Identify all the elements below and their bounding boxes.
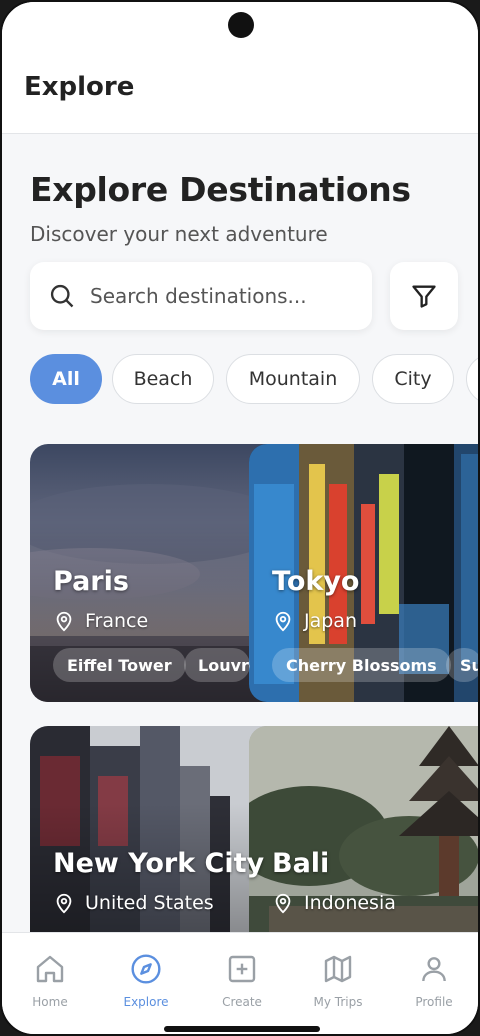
main-content[interactable]: Explore Destinations Discover your next … [2, 134, 478, 934]
search-icon [50, 284, 74, 308]
location-pin-icon [275, 893, 291, 914]
chip-more[interactable] [466, 354, 478, 404]
category-chips: All Beach Mountain City [30, 354, 478, 406]
chip-city[interactable]: City [372, 354, 454, 404]
destination-location-new-york: United States [53, 892, 214, 914]
country-label: Japan [304, 610, 357, 632]
filter-icon [412, 285, 436, 308]
nav-label-home: Home [32, 995, 68, 1009]
app-bar-title: Explore [24, 72, 135, 102]
search-input[interactable] [88, 283, 352, 309]
destination-name-paris: Paris [53, 566, 129, 597]
page-title: Explore Destinations [30, 170, 411, 209]
home-indicator [164, 1026, 320, 1032]
plus-square-icon [228, 955, 256, 983]
destination-name-tokyo: Tokyo [272, 566, 360, 597]
tag-chip: Cherry Blossoms [272, 648, 451, 682]
destination-location-bali: Indonesia [272, 892, 396, 914]
nav-item-home[interactable]: Home [2, 953, 98, 1009]
location-pin-icon [56, 611, 72, 632]
user-icon [422, 957, 446, 982]
map-icon [324, 955, 352, 983]
search-bar[interactable] [30, 262, 372, 330]
country-label: France [85, 610, 149, 632]
front-camera [228, 12, 254, 38]
nav-item-my-trips[interactable]: My Trips [290, 953, 386, 1009]
nav-label-profile: Profile [415, 995, 453, 1009]
tag-chip: Eiffel Tower [53, 648, 186, 682]
country-label: Indonesia [304, 892, 396, 914]
destination-name-bali: Bali [272, 848, 330, 879]
chip-mountain[interactable]: Mountain [226, 354, 360, 404]
home-icon [36, 955, 64, 983]
nav-label-explore: Explore [123, 995, 169, 1009]
nav-label-my-trips: My Trips [313, 995, 363, 1009]
nav-label-create: Create [222, 995, 262, 1009]
tag-chip: Su [446, 648, 478, 682]
destination-location-tokyo: Japan [272, 610, 357, 632]
nav-item-create[interactable]: Create [194, 953, 290, 1009]
phone-frame: Explore Explore Destinations Discover yo… [0, 0, 480, 1036]
location-pin-icon [275, 611, 291, 632]
destination-name-new-york: New York City [53, 848, 265, 879]
chip-all[interactable]: All [30, 354, 102, 404]
country-label: United States [85, 892, 214, 914]
nav-item-explore[interactable]: Explore [98, 953, 194, 1009]
tag-chip: Louvre [184, 648, 250, 682]
bottom-navigation: Home Explore Create My Trips Profile [2, 932, 478, 1034]
nav-item-profile[interactable]: Profile [386, 953, 478, 1009]
page-subtitle: Discover your next adventure [30, 222, 328, 246]
location-pin-icon [56, 893, 72, 914]
compass-icon [131, 954, 161, 984]
chip-beach[interactable]: Beach [112, 354, 214, 404]
filter-button[interactable] [390, 262, 458, 330]
destination-location-paris: France [53, 610, 148, 632]
